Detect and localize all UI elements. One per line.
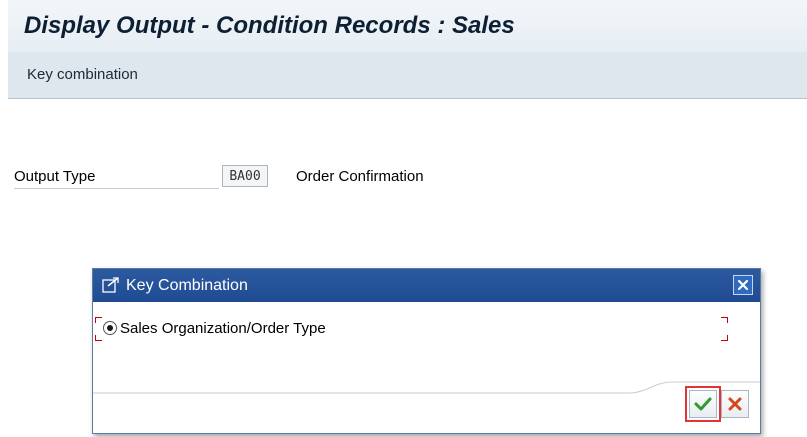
cancel-button[interactable] bbox=[721, 390, 749, 418]
page-title: Display Output - Condition Records : Sal… bbox=[24, 12, 515, 39]
sales-org-order-type-radio[interactable] bbox=[103, 321, 117, 335]
radio-option-row: Sales Organization/Order Type bbox=[95, 315, 735, 343]
output-type-description: Order Confirmation bbox=[296, 168, 424, 185]
dialog-header: Key Combination bbox=[93, 269, 760, 302]
footer-divider bbox=[93, 381, 760, 394]
dialog-title: Key Combination bbox=[126, 277, 248, 294]
key-combination-dialog: Key Combination Sales Organization/Order… bbox=[92, 268, 761, 434]
focus-bracket-right bbox=[721, 317, 728, 341]
close-button[interactable] bbox=[733, 275, 753, 295]
dialog-footer bbox=[93, 381, 760, 433]
ok-button[interactable] bbox=[685, 386, 721, 422]
key-combination-button[interactable]: Key combination bbox=[27, 66, 138, 83]
cancel-x-icon bbox=[728, 397, 742, 411]
title-bar: Display Output - Condition Records : Sal… bbox=[8, 0, 807, 53]
close-icon bbox=[737, 279, 749, 291]
focus-bracket-left bbox=[95, 317, 102, 341]
left-edge bbox=[0, 0, 8, 437]
radio-option-label[interactable]: Sales Organization/Order Type bbox=[120, 320, 326, 337]
application-toolbar: Key combination bbox=[8, 52, 807, 99]
output-type-field[interactable]: BA00 bbox=[222, 165, 268, 187]
dialog-window-icon bbox=[102, 277, 119, 293]
output-type-label: Output Type bbox=[14, 168, 219, 189]
checkmark-icon bbox=[694, 397, 712, 411]
